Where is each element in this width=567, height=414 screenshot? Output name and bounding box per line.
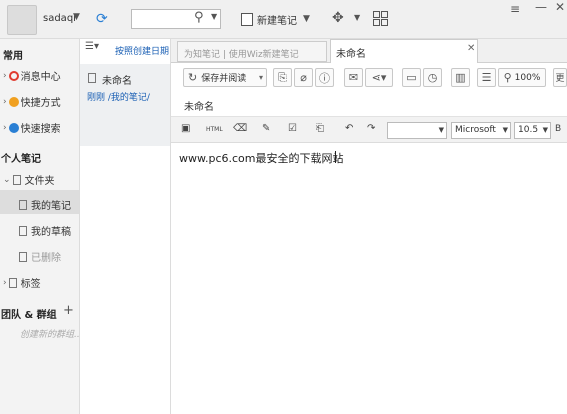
edit-icon[interactable]: ✎ bbox=[262, 123, 270, 134]
sidebar-item-messages[interactable]: › 消息中心 bbox=[3, 68, 61, 83]
save-icon: ↻ bbox=[188, 71, 198, 84]
chevron-down-icon[interactable]: ▼ bbox=[503, 126, 508, 134]
chevron-down-icon[interactable]: ▼ bbox=[73, 12, 80, 22]
sidebar-item-tags[interactable]: › 标签 bbox=[3, 275, 41, 290]
share-icon[interactable]: ⋖▾ bbox=[365, 68, 393, 87]
clip-icon[interactable]: ⌀ bbox=[294, 68, 313, 87]
note-folder-icon bbox=[19, 199, 27, 210]
search-icon[interactable]: ⚲ bbox=[194, 10, 204, 25]
sidebar-item-deleted[interactable]: 已删除 bbox=[19, 249, 61, 264]
sidebar-item-shortcuts[interactable]: › 快捷方式 bbox=[3, 94, 61, 109]
tag-icon bbox=[8, 277, 17, 288]
comment-icon[interactable]: ▭ bbox=[402, 68, 421, 87]
save-and-read-button[interactable]: ↻ 保存并阅读 ▾ bbox=[183, 68, 267, 87]
note-title-input[interactable]: 未命名 bbox=[184, 98, 214, 113]
chevron-down-icon[interactable]: ▼ bbox=[439, 126, 444, 134]
bold-icon[interactable]: B bbox=[555, 124, 561, 134]
tab-untitled[interactable]: 未命名 bbox=[330, 39, 478, 63]
close-tab-icon[interactable]: ✕ bbox=[467, 43, 475, 54]
note-icon bbox=[88, 73, 96, 83]
html-icon[interactable]: HTML bbox=[206, 126, 223, 133]
sidebar-item-my-drafts[interactable]: 我的草稿 bbox=[19, 223, 71, 238]
grid-icon[interactable] bbox=[373, 11, 388, 26]
section-common: 常用 bbox=[3, 51, 23, 62]
chevron-down-icon[interactable]: ▼ bbox=[354, 13, 360, 22]
search-input[interactable] bbox=[131, 9, 221, 29]
more-button[interactable]: 更 bbox=[553, 68, 567, 87]
insert-page-icon[interactable]: ⎗ bbox=[316, 123, 324, 134]
editor-content[interactable]: www.pc6.com最安全的下载网站 bbox=[179, 150, 344, 166]
sort-label[interactable]: 按照创建日期 bbox=[115, 44, 169, 57]
zoom-button[interactable]: ⚲ 100% bbox=[498, 68, 546, 87]
sidebar-item-label: 快捷方式 bbox=[20, 98, 61, 109]
sidebar-item-quick-search[interactable]: › 快速搜索 bbox=[3, 120, 61, 135]
email-icon[interactable]: ✉ bbox=[344, 68, 363, 87]
font-family-value: Microsoft bbox=[455, 125, 496, 135]
quick-search-icon bbox=[8, 122, 19, 133]
eraser-icon[interactable]: ⌫ bbox=[233, 123, 247, 134]
section-groups: 团队 & 群组 bbox=[1, 310, 57, 321]
create-group-link[interactable]: 创建新的群组... bbox=[20, 327, 83, 340]
text-caret bbox=[335, 151, 336, 163]
new-note-label: 新建笔记 bbox=[257, 15, 297, 27]
shortcut-icon bbox=[8, 96, 19, 107]
attachment-icon[interactable]: ⎘ bbox=[273, 68, 292, 87]
close-icon[interactable]: ✕ bbox=[555, 0, 565, 14]
undo-icon[interactable]: ↶ bbox=[345, 123, 353, 134]
chevron-right-icon[interactable]: › bbox=[3, 123, 7, 133]
chevron-right-icon[interactable]: › bbox=[3, 97, 7, 107]
menu-icon[interactable]: ≡ bbox=[510, 2, 520, 16]
font-size-value: 10.5 bbox=[518, 125, 539, 135]
folder-icon bbox=[12, 174, 21, 185]
tab-wiz-home[interactable]: 为知笔记 | 使用Wiz新建笔记 bbox=[177, 41, 327, 62]
redo-icon[interactable]: ↷ bbox=[367, 123, 375, 134]
new-note-button[interactable]: 新建笔记 ▼ bbox=[241, 9, 310, 29]
sidebar-item-label: 我的笔记 bbox=[31, 201, 71, 212]
chevron-right-icon[interactable]: › bbox=[3, 71, 7, 81]
sidebar-item-folders[interactable]: ⌄ 文件夹 bbox=[3, 172, 55, 187]
section-personal-notes: 个人笔记 bbox=[1, 154, 41, 165]
sidebar-item-label: 消息中心 bbox=[20, 72, 61, 83]
search-options-chevron-icon[interactable]: ▼ bbox=[211, 12, 217, 21]
save-label: 保存并阅读 bbox=[201, 74, 247, 84]
chevron-down-icon[interactable]: ⌄ bbox=[3, 175, 11, 185]
checkbox-icon[interactable]: ☑ bbox=[288, 123, 297, 134]
clock-icon[interactable]: ◷ bbox=[423, 68, 442, 87]
sidebar-item-label: 已删除 bbox=[31, 253, 61, 264]
sidebar-item-label: 我的草稿 bbox=[31, 227, 71, 238]
chevron-right-icon[interactable]: › bbox=[3, 278, 7, 288]
paragraph-style-select[interactable]: ▼ bbox=[387, 122, 447, 139]
note-title[interactable]: 未命名 bbox=[102, 72, 132, 87]
note-title-row bbox=[171, 93, 567, 117]
minimize-icon[interactable]: — bbox=[535, 0, 547, 14]
sidebar-item-my-notes[interactable]: 我的笔记 bbox=[19, 197, 71, 212]
note-meta: 刚刚 /我的笔记/ bbox=[87, 93, 150, 103]
avatar[interactable] bbox=[7, 5, 37, 35]
new-note-icon bbox=[241, 12, 253, 26]
username-label[interactable]: sadaqi bbox=[43, 13, 76, 24]
font-family-select[interactable]: Microsoft ▼ bbox=[451, 122, 511, 139]
message-icon bbox=[8, 70, 19, 81]
chevron-down-icon[interactable]: ▼ bbox=[543, 126, 548, 134]
trash-icon bbox=[19, 251, 27, 262]
sidebar-item-label: 快速搜索 bbox=[20, 124, 61, 135]
chevron-down-icon[interactable]: ▼ bbox=[303, 14, 310, 24]
outline-icon[interactable]: ☰ bbox=[477, 68, 496, 87]
zoom-icon: ⚲ bbox=[503, 71, 512, 84]
delete-icon[interactable]: ▥ bbox=[451, 68, 470, 87]
add-group-icon[interactable]: + bbox=[63, 303, 74, 318]
sync-icon[interactable]: ⟳ bbox=[96, 11, 108, 27]
sidebar-item-label: 文件夹 bbox=[24, 176, 55, 187]
save-disk-icon[interactable]: ▣ bbox=[181, 123, 190, 134]
info-icon[interactable]: ⓘ bbox=[315, 68, 334, 87]
move-icon[interactable]: ✥ bbox=[332, 10, 344, 26]
font-size-select[interactable]: 10.5 ▼ bbox=[514, 122, 551, 139]
chevron-down-icon[interactable]: ▾ bbox=[259, 73, 263, 82]
sidebar-item-label: 标签 bbox=[20, 279, 41, 290]
zoom-value: 100% bbox=[514, 72, 541, 83]
draft-folder-icon bbox=[19, 225, 27, 236]
sort-icon[interactable]: ☰▾ bbox=[85, 41, 99, 52]
